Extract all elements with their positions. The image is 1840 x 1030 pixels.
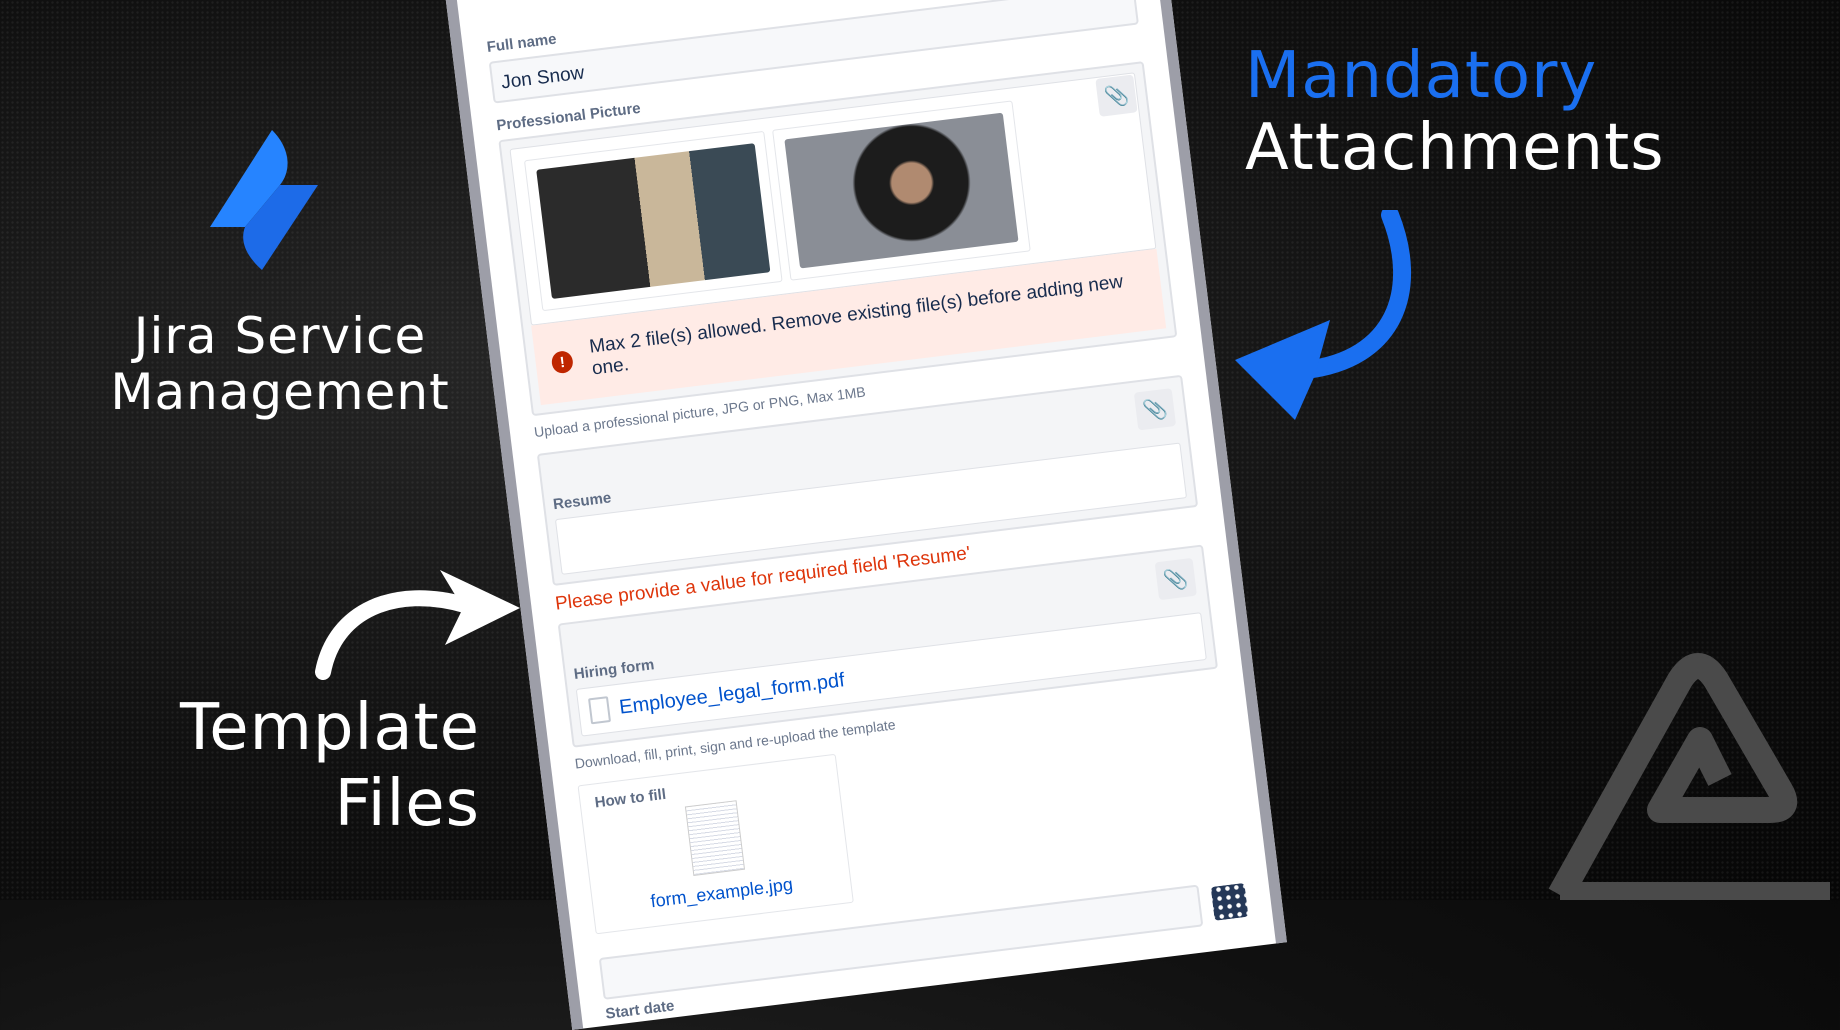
attachment-thumbnail[interactable]: [523, 130, 783, 312]
photo-image: [784, 112, 1019, 269]
resume-field[interactable]: 📎 Resume: [536, 374, 1199, 586]
jira-service-management-title: Jira Service Management: [60, 308, 500, 420]
title-line: Template: [179, 691, 480, 765]
paperclip-icon: 📎: [1102, 83, 1131, 109]
template-files-title: Template Files: [120, 690, 480, 842]
attachment-thumbnail[interactable]: [772, 100, 1031, 281]
jira-logo-icon: [210, 130, 318, 270]
title-line: Jira Service: [133, 307, 427, 365]
pdf-file-icon: [588, 696, 612, 725]
attach-button[interactable]: 📎: [1133, 388, 1177, 431]
request-form-panel: Full name Jon Snow Professional Picture …: [443, 0, 1287, 1030]
calendar-icon[interactable]: [1210, 882, 1249, 921]
blue-curved-arrow-icon: [1235, 210, 1412, 420]
how-to-fill-card[interactable]: How to fill form_example.jpg: [577, 753, 854, 935]
attach-button[interactable]: 📎: [1154, 557, 1197, 601]
brand-logo-icon: [1548, 653, 1830, 900]
pdf-file-link[interactable]: Employee_legal_form.pdf: [618, 669, 846, 719]
title-line: Files: [334, 767, 480, 841]
form-example-thumbnail: [684, 800, 746, 877]
paperclip-icon: 📎: [1162, 567, 1190, 592]
mandatory-attachments-title: Mandatory Attachments: [1245, 40, 1665, 184]
form-example-link[interactable]: form_example.jpg: [649, 874, 793, 911]
white-curved-arrow-icon: [315, 570, 520, 680]
error-icon: !: [550, 349, 575, 375]
title-line: Attachments: [1245, 111, 1665, 185]
title-line: Mandatory: [1245, 39, 1598, 113]
title-line: Management: [110, 363, 450, 421]
paperclip-icon: 📎: [1141, 397, 1169, 423]
photo-image: [536, 143, 771, 299]
attach-button[interactable]: 📎: [1095, 74, 1138, 117]
